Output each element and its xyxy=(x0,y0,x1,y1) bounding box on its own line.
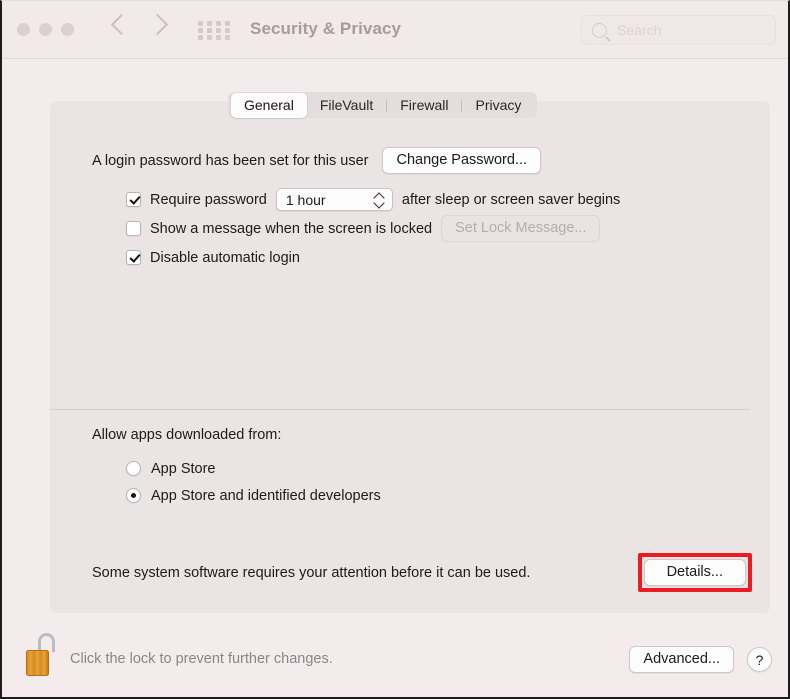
disable-automatic-login-label: Disable automatic login xyxy=(150,249,300,266)
require-password-interval-value: 1 hour xyxy=(285,191,326,208)
tab-firewall[interactable]: Firewall xyxy=(387,93,461,118)
require-password-label: Require password xyxy=(150,191,267,208)
preferences-panel: General FileVault Firewall Privacy A log… xyxy=(50,92,770,613)
unlocked-padlock-icon[interactable] xyxy=(24,633,60,679)
tab-privacy[interactable]: Privacy xyxy=(462,93,534,118)
system-software-attention-row: Some system software requires your atten… xyxy=(92,553,752,592)
search-input[interactable] xyxy=(615,21,759,39)
password-status-label: A login password has been set for this u… xyxy=(92,152,369,169)
padlock-body xyxy=(26,650,49,676)
zoom-button[interactable] xyxy=(61,23,74,36)
tab-bar: General FileVault Firewall Privacy xyxy=(228,92,538,118)
show-lock-message-label: Show a message when the screen is locked xyxy=(150,220,433,237)
set-lock-message-button[interactable]: Set Lock Message... xyxy=(441,215,601,242)
disable-automatic-login-checkbox[interactable] xyxy=(126,250,141,265)
minimize-button[interactable] xyxy=(39,23,52,36)
require-password-row: Require password 1 hour after sleep or s… xyxy=(126,185,620,214)
navigation-arrows xyxy=(110,13,169,36)
tab-filevault[interactable]: FileVault xyxy=(307,93,386,118)
show-all-grid-icon[interactable] xyxy=(198,21,232,40)
require-password-checkbox[interactable] xyxy=(126,192,141,207)
allow-apps-radio-group: App Store App Store and identified devel… xyxy=(126,455,381,509)
app-store-label: App Store xyxy=(151,460,216,477)
search-field[interactable] xyxy=(581,15,776,45)
security-options-list: Require password 1 hour after sleep or s… xyxy=(126,185,620,272)
allow-apps-label: Allow apps downloaded from: xyxy=(92,427,282,443)
section-divider xyxy=(50,409,750,410)
show-lock-message-row: Show a message when the screen is locked… xyxy=(126,214,620,243)
back-chevron-icon[interactable] xyxy=(110,13,133,36)
login-password-row: A login password has been set for this u… xyxy=(92,147,542,174)
window-toolbar: Security & Privacy xyxy=(2,1,788,59)
help-button[interactable]: ? xyxy=(747,647,772,672)
radio-row-app-store[interactable]: App Store xyxy=(126,455,381,482)
require-password-suffix-label: after sleep or screen saver begins xyxy=(401,191,621,208)
close-button[interactable] xyxy=(17,23,30,36)
chevron-updown-icon xyxy=(373,192,385,209)
forward-chevron-icon[interactable] xyxy=(146,13,169,36)
advanced-button[interactable]: Advanced... xyxy=(629,646,734,673)
traffic-lights xyxy=(17,23,74,36)
require-password-interval-select[interactable]: 1 hour xyxy=(275,188,393,211)
attention-message: Some system software requires your atten… xyxy=(92,564,531,581)
details-button-highlight: Details... xyxy=(637,553,752,592)
lock-hint-text: Click the lock to prevent further change… xyxy=(70,651,333,667)
show-lock-message-checkbox[interactable] xyxy=(126,221,141,236)
security-privacy-window: Security & Privacy General FileVault Fir… xyxy=(0,0,790,699)
footer-buttons: Advanced... ? xyxy=(629,646,772,673)
search-icon xyxy=(592,22,607,38)
identified-developers-radio[interactable] xyxy=(126,488,141,503)
tab-general[interactable]: General xyxy=(231,92,307,118)
identified-developers-label: App Store and identified developers xyxy=(151,487,381,504)
app-store-radio[interactable] xyxy=(126,461,141,476)
radio-row-identified-developers[interactable]: App Store and identified developers xyxy=(126,482,381,509)
disable-automatic-login-row: Disable automatic login xyxy=(126,243,620,272)
details-button[interactable]: Details... xyxy=(643,559,746,586)
change-password-button[interactable]: Change Password... xyxy=(382,147,542,174)
window-title: Security & Privacy xyxy=(250,19,402,38)
